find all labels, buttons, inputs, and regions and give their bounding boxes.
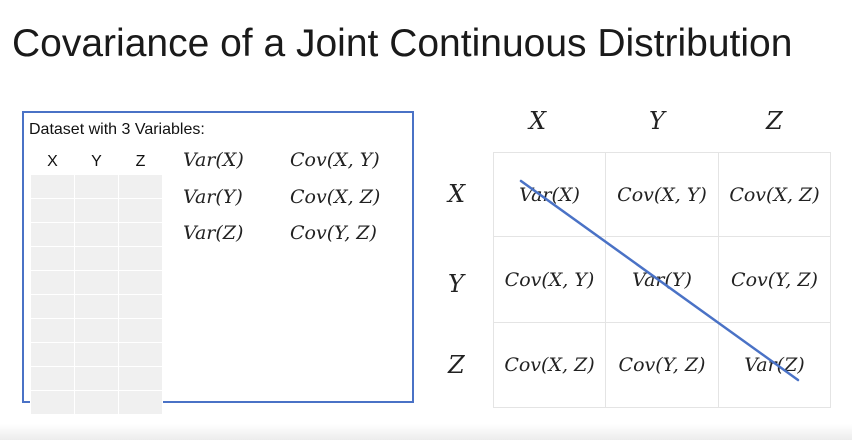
bottom-edge-shadow: [0, 424, 852, 440]
diagonal-stroke: [519, 179, 800, 382]
diagonal-annotation-line: [519, 179, 800, 382]
